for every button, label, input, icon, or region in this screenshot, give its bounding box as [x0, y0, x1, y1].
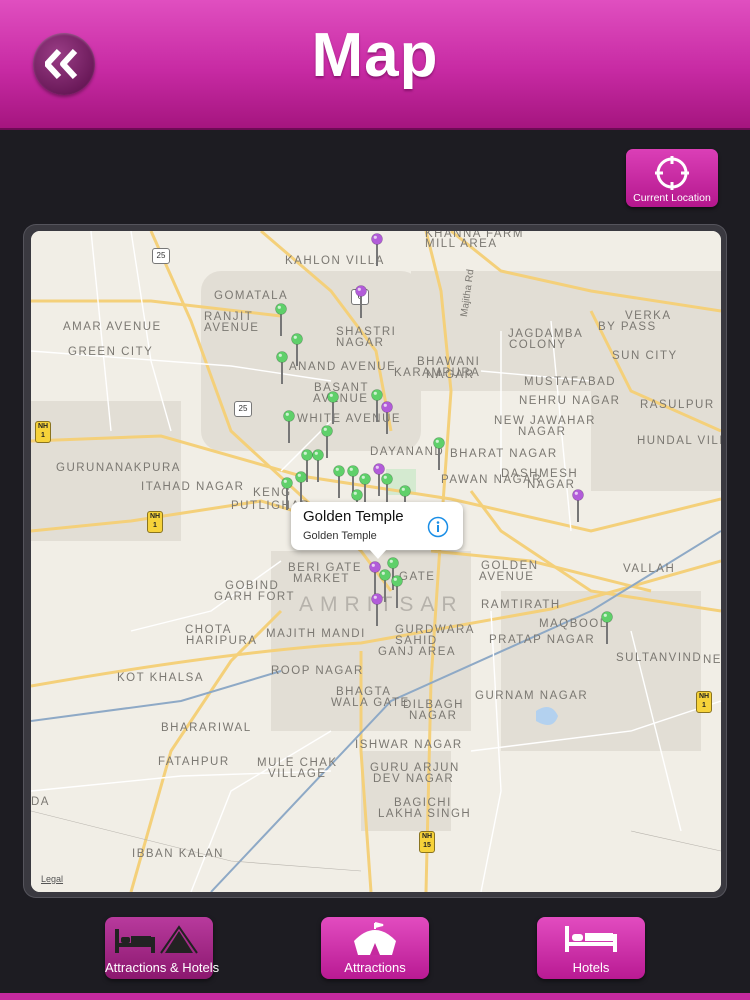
map-label: GURNAM NAGAR — [475, 690, 589, 702]
map-label: NAGAR — [336, 337, 385, 349]
legal-link[interactable]: Legal — [41, 874, 63, 884]
attraction-pin[interactable] — [601, 611, 613, 645]
attraction-pin[interactable] — [276, 351, 288, 385]
golden-temple-callout[interactable]: Golden Temple Golden Temple — [291, 502, 463, 559]
attraction-pin[interactable] — [333, 465, 345, 499]
map-label: MILL AREA — [425, 238, 498, 250]
map-label: MAJITH MANDI — [266, 628, 366, 640]
map-label: NAGAR — [409, 710, 458, 722]
bed-icon — [565, 926, 617, 952]
attraction-pin[interactable] — [295, 471, 307, 505]
map-label: ANAND AVENUE — [289, 361, 397, 373]
map-label: DEV NAGAR — [373, 773, 455, 785]
page-title: Map — [311, 21, 439, 90]
info-icon[interactable] — [427, 516, 449, 538]
map-label: DA — [31, 796, 50, 808]
tab-label: Hotels — [572, 960, 610, 975]
map-label: NEHRU NAGAR — [519, 395, 621, 407]
map-label: VALLAH — [623, 563, 676, 575]
tent-icon — [354, 922, 396, 955]
map-label: AVENUE — [313, 393, 369, 405]
map-label: GANJ AREA — [378, 646, 457, 658]
hotel-pin[interactable] — [572, 489, 584, 523]
map-label: NAGAR — [426, 369, 475, 381]
route-shield: NH 15 — [419, 831, 435, 853]
bottom-strip — [0, 993, 750, 1000]
header-bar: Map — [0, 0, 750, 130]
map-label: BY PASS — [598, 321, 657, 333]
map-label: BHARARIWAL — [161, 722, 252, 734]
hotel-pin[interactable] — [371, 233, 383, 267]
map-label: BHAWANI — [417, 356, 481, 368]
map-label: HUNDAL VILL — [637, 435, 721, 447]
map-label: ISHWAR NAGAR — [355, 739, 463, 751]
map-label: NAGAR — [518, 426, 567, 438]
tab-hotels[interactable]: Hotels — [537, 917, 645, 979]
map-label: IBBAN KALAN — [132, 848, 224, 860]
current-location-label: Current Location — [633, 192, 711, 204]
map-label: MARKET — [293, 573, 350, 585]
map-label: GURDWARA — [395, 624, 475, 636]
map-label: AMAR AVENUE — [63, 321, 162, 333]
map-label: NE — [703, 654, 721, 666]
route-shield: NH 1 — [35, 421, 51, 443]
map-label: COLONY — [509, 339, 567, 351]
map-view[interactable]: KHANNA FARM MILL AREA KAHLON VILLA GOMAT… — [31, 231, 721, 892]
attraction-pin[interactable] — [433, 437, 445, 471]
map-label: RASULPUR — [640, 399, 715, 411]
hotel-pin[interactable] — [371, 593, 383, 627]
attraction-pin[interactable] — [312, 449, 324, 483]
map-label: GURUNANAKPURA — [56, 462, 181, 474]
map-label: LAKHA SINGH — [378, 808, 472, 820]
tab-attractions[interactable]: Attractions — [321, 917, 429, 979]
route-shield: 25 — [152, 248, 170, 264]
map-label: RAMTIRATH — [481, 599, 561, 611]
map-label: GATE — [399, 571, 436, 583]
attraction-pin[interactable] — [391, 575, 403, 609]
map-label: SULTANVIND — [616, 652, 703, 664]
map-label: GREEN CITY — [68, 346, 154, 358]
callout-subtitle: Golden Temple — [303, 530, 377, 542]
map-label: AVENUE — [479, 571, 535, 583]
route-shield: 25 — [234, 401, 252, 417]
map-label: ITAHAD NAGAR — [141, 481, 245, 493]
current-location-button[interactable]: Current Location — [626, 149, 718, 207]
map-label: KAHLON VILLA — [285, 255, 385, 267]
map-label: WALA GATE — [331, 697, 410, 709]
hotel-pin[interactable] — [381, 401, 393, 435]
attraction-pin[interactable] — [327, 391, 339, 425]
map-label: MAQBOOL — [539, 618, 608, 630]
map-label: PRATAP NAGAR — [489, 634, 596, 646]
attraction-pin[interactable] — [283, 410, 295, 444]
map-label: SUN CITY — [612, 350, 678, 362]
map-label: MUSTAFABAD — [524, 376, 617, 388]
map-label: HARIPURA — [186, 635, 258, 647]
map-label: VILLAGE — [268, 768, 327, 780]
map-label: GOMATALA — [214, 290, 289, 302]
map-label: BHARAT NAGAR — [450, 448, 558, 460]
map-label: ROOP NAGAR — [271, 665, 364, 677]
hotel-pin[interactable] — [355, 285, 367, 319]
tab-label: Attractions — [344, 960, 406, 975]
tab-attractions-and-hotels[interactable]: Attractions & Hotels — [105, 917, 220, 979]
map-label: AVENUE — [204, 322, 260, 334]
map-label: FATAHPUR — [158, 756, 230, 768]
route-shield: NH 1 — [696, 691, 712, 713]
map-label: NAGAR — [527, 479, 576, 491]
tab-label: Attractions & Hotels — [105, 960, 220, 975]
attraction-pin[interactable] — [275, 303, 287, 337]
crosshair-icon — [655, 156, 689, 190]
map-label: GARH FORT — [214, 591, 296, 603]
attraction-pin[interactable] — [291, 333, 303, 367]
map-label: KOT KHALSA — [117, 672, 205, 684]
callout-title: Golden Temple — [303, 508, 404, 525]
route-shield: NH 1 — [147, 511, 163, 533]
bed-and-tent-icon — [115, 925, 198, 954]
